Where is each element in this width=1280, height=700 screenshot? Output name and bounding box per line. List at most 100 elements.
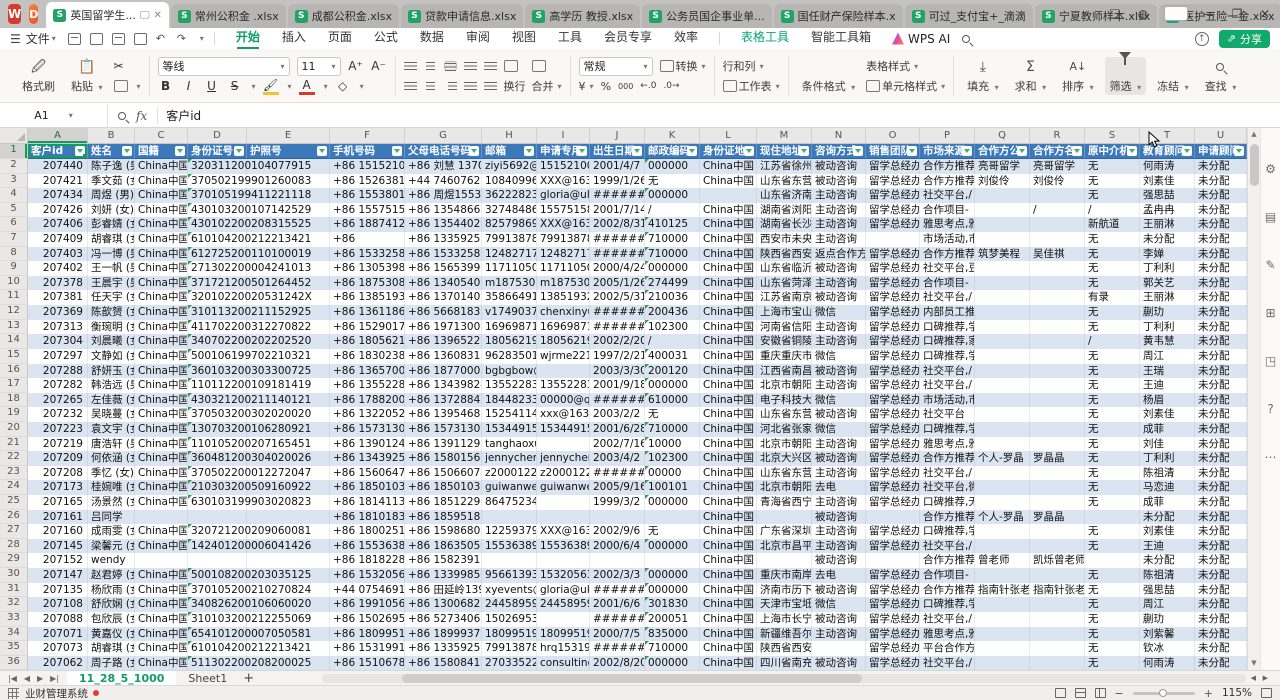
column-letter-U[interactable]: U <box>1195 128 1247 143</box>
cell[interactable]: 合作方推荐 <box>920 451 975 466</box>
row-number[interactable]: 11 <box>0 290 28 305</box>
cell[interactable]: ######### <box>590 232 645 247</box>
cell[interactable]: +86 1370140948 <box>405 290 482 305</box>
cell[interactable]: 2003/4/2 <box>590 451 645 466</box>
header-cell[interactable]: 国籍 <box>135 144 188 159</box>
cell[interactable]: 无 <box>1085 232 1140 247</box>
cell[interactable]: 2002/7/16 <box>590 437 645 452</box>
cell[interactable]: 799138782 <box>482 641 537 656</box>
cell[interactable]: China中国 <box>135 159 188 174</box>
cell[interactable]: +86 18099519 <box>330 627 405 642</box>
cell[interactable] <box>1030 188 1085 203</box>
header-cell[interactable]: 护照号 <box>247 144 330 159</box>
cell[interactable]: 2003/3/30 <box>590 364 645 379</box>
cell[interactable] <box>975 641 1030 656</box>
row-number[interactable]: 24 <box>0 480 28 495</box>
close-button[interactable]: ✕ <box>1258 7 1272 21</box>
cell[interactable]: +86 周煜155380 <box>405 188 482 203</box>
cell[interactable]: +86 1340540988 <box>405 276 482 291</box>
cell[interactable]: 留学总经办 <box>866 261 920 276</box>
cell[interactable]: 未分配 <box>1195 553 1247 568</box>
cell[interactable] <box>1030 597 1085 612</box>
cell[interactable]: 山东省东营 <box>757 407 812 422</box>
row-number[interactable]: 19 <box>0 407 28 422</box>
cell[interactable]: 梁馨元 (女 <box>88 539 135 554</box>
save-icon[interactable] <box>68 33 81 45</box>
cell[interactable]: wjrme221@ <box>537 349 590 364</box>
cell[interactable]: 207378 <box>28 276 88 291</box>
cell[interactable]: 无 <box>1085 422 1140 437</box>
header-cell[interactable]: 手机号码 <box>330 144 405 159</box>
cell[interactable]: 袁文宇 (女 <box>88 422 135 437</box>
cell[interactable]: 王丽淋 <box>1140 290 1195 305</box>
cell[interactable]: 亮哥留学 <box>1030 159 1085 174</box>
cell[interactable]: 2000/7/5 <box>590 627 645 642</box>
cell[interactable]: guiwanwei <box>482 480 537 495</box>
header-cell[interactable]: 申请顾问 <box>1195 144 1247 159</box>
cell[interactable]: 社交平台,/ <box>920 539 975 554</box>
cell[interactable]: 新疆维吾尔 <box>757 627 812 642</box>
tab-table-tools[interactable]: 表格工具 <box>730 28 800 49</box>
undo-icon[interactable]: ↶ <box>156 33 168 45</box>
cell[interactable]: 丁利利 <box>1140 451 1195 466</box>
cell[interactable]: China中国 <box>135 656 188 670</box>
cell[interactable]: 320721200209060081 <box>188 524 247 539</box>
cell[interactable]: / <box>1085 203 1140 218</box>
cell[interactable]: 360481200304020026 <box>188 451 247 466</box>
cell[interactable]: 430321200211140121 <box>188 393 247 408</box>
cell[interactable]: 2005/1/26 <box>590 276 645 291</box>
cell[interactable]: +86 1360831276 <box>405 349 482 364</box>
filter-dropdown-icon[interactable] <box>1127 146 1137 156</box>
cell[interactable]: 2002/8/20 <box>590 656 645 670</box>
sum-button[interactable]: Σ 求和 ▾ <box>1010 57 1052 95</box>
cell[interactable]: 王瑞 <box>1140 364 1195 379</box>
cell[interactable]: 未分配 <box>1195 451 1247 466</box>
cell[interactable]: 刘俊伶 <box>1030 174 1085 189</box>
cell[interactable]: +86 13851932 <box>330 290 405 305</box>
cell[interactable]: 207209 <box>28 451 88 466</box>
currency-format-icon[interactable]: ¥▾ <box>579 80 594 93</box>
clear-format-icon[interactable]: ◇ <box>335 79 351 93</box>
cell[interactable]: +86 15319918 <box>330 641 405 656</box>
cell[interactable]: 上海市长宁 <box>757 612 812 627</box>
cell[interactable]: chenxinyur <box>537 305 590 320</box>
cell[interactable]: 153449155 <box>482 422 537 437</box>
cell[interactable]: 207282 <box>28 378 88 393</box>
redo-icon[interactable]: ↷ <box>177 33 189 45</box>
justify-icon[interactable] <box>464 81 477 91</box>
cell[interactable]: 留学总经办 <box>866 437 920 452</box>
cell[interactable]: 周子路 (女 <box>88 656 135 670</box>
cell[interactable]: 留学总经办 <box>866 188 920 203</box>
align-center-icon[interactable] <box>424 81 437 91</box>
cell[interactable]: 未分配 <box>1195 627 1247 642</box>
cell[interactable]: 指南针张老 <box>1030 583 1085 598</box>
cell[interactable]: China中国 <box>135 378 188 393</box>
settings-sliders-icon[interactable]: ⚙ <box>1265 162 1276 176</box>
header-cell[interactable]: 姓名 <box>88 144 135 159</box>
scroll-right-icon[interactable]: ▶ <box>1263 674 1268 682</box>
cell[interactable]: 207161 <box>28 510 88 525</box>
document-tab[interactable]: S可过_支付宝+_滴滴 <box>905 4 1033 28</box>
cell[interactable]: 留学总经办 <box>866 641 920 656</box>
zoom-level[interactable]: 115% <box>1222 687 1252 699</box>
cell[interactable] <box>537 510 590 525</box>
wrap-text-icon[interactable] <box>504 60 518 72</box>
cell[interactable]: 北京市朝阳 <box>757 480 812 495</box>
print-icon[interactable] <box>112 33 125 45</box>
cell[interactable]: 370503200302020020 <box>188 407 247 422</box>
cell[interactable]: 留学总经办 <box>866 276 920 291</box>
cell[interactable]: m1875308 <box>482 276 537 291</box>
cell[interactable] <box>1030 217 1085 232</box>
row-number[interactable]: 15 <box>0 349 28 364</box>
cell[interactable]: 340702200202202520 <box>188 334 247 349</box>
cell[interactable]: +86 1343982452 <box>405 378 482 393</box>
cell[interactable]: 130703200106280921 <box>188 422 247 437</box>
docs-home-icon[interactable]: D <box>29 4 38 24</box>
cell[interactable]: 无 <box>1085 305 1140 320</box>
cell[interactable]: 郭关艺 <box>1140 276 1195 291</box>
select-all-corner[interactable] <box>0 128 28 143</box>
column-letter-H[interactable]: H <box>482 128 537 143</box>
column-letter-I[interactable]: I <box>537 128 590 143</box>
cell[interactable]: 留学总经办 <box>866 480 920 495</box>
cell[interactable]: +86 1899937166 <box>405 627 482 642</box>
